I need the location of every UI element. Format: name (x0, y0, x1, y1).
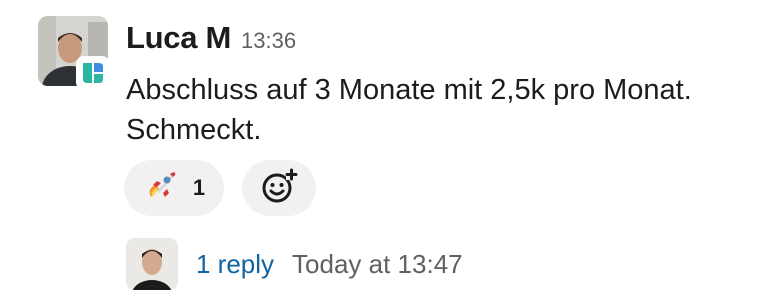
author-name[interactable]: Luca M (126, 20, 231, 56)
app-badge-icon (76, 56, 110, 90)
rocket-icon (143, 167, 181, 210)
reply-count-link[interactable]: 1 reply (196, 249, 274, 280)
reaction-rocket[interactable]: 1 (124, 160, 224, 216)
message-timestamp[interactable]: 13:36 (241, 28, 296, 54)
message-header: Luca M 13:36 (126, 20, 296, 56)
add-reaction-button[interactable] (242, 160, 316, 216)
last-reply-time: Today at 13:47 (292, 248, 463, 279)
thread-summary[interactable]: 1 reply Today at 13:47 (126, 238, 463, 290)
message-text: Abschluss auf 3 Monate mit 2,5k pro Mona… (126, 74, 692, 146)
author-avatar[interactable] (38, 16, 110, 90)
replier-avatar (126, 238, 178, 290)
reaction-count: 1 (192, 175, 206, 200)
add-reaction-icon (259, 166, 299, 211)
